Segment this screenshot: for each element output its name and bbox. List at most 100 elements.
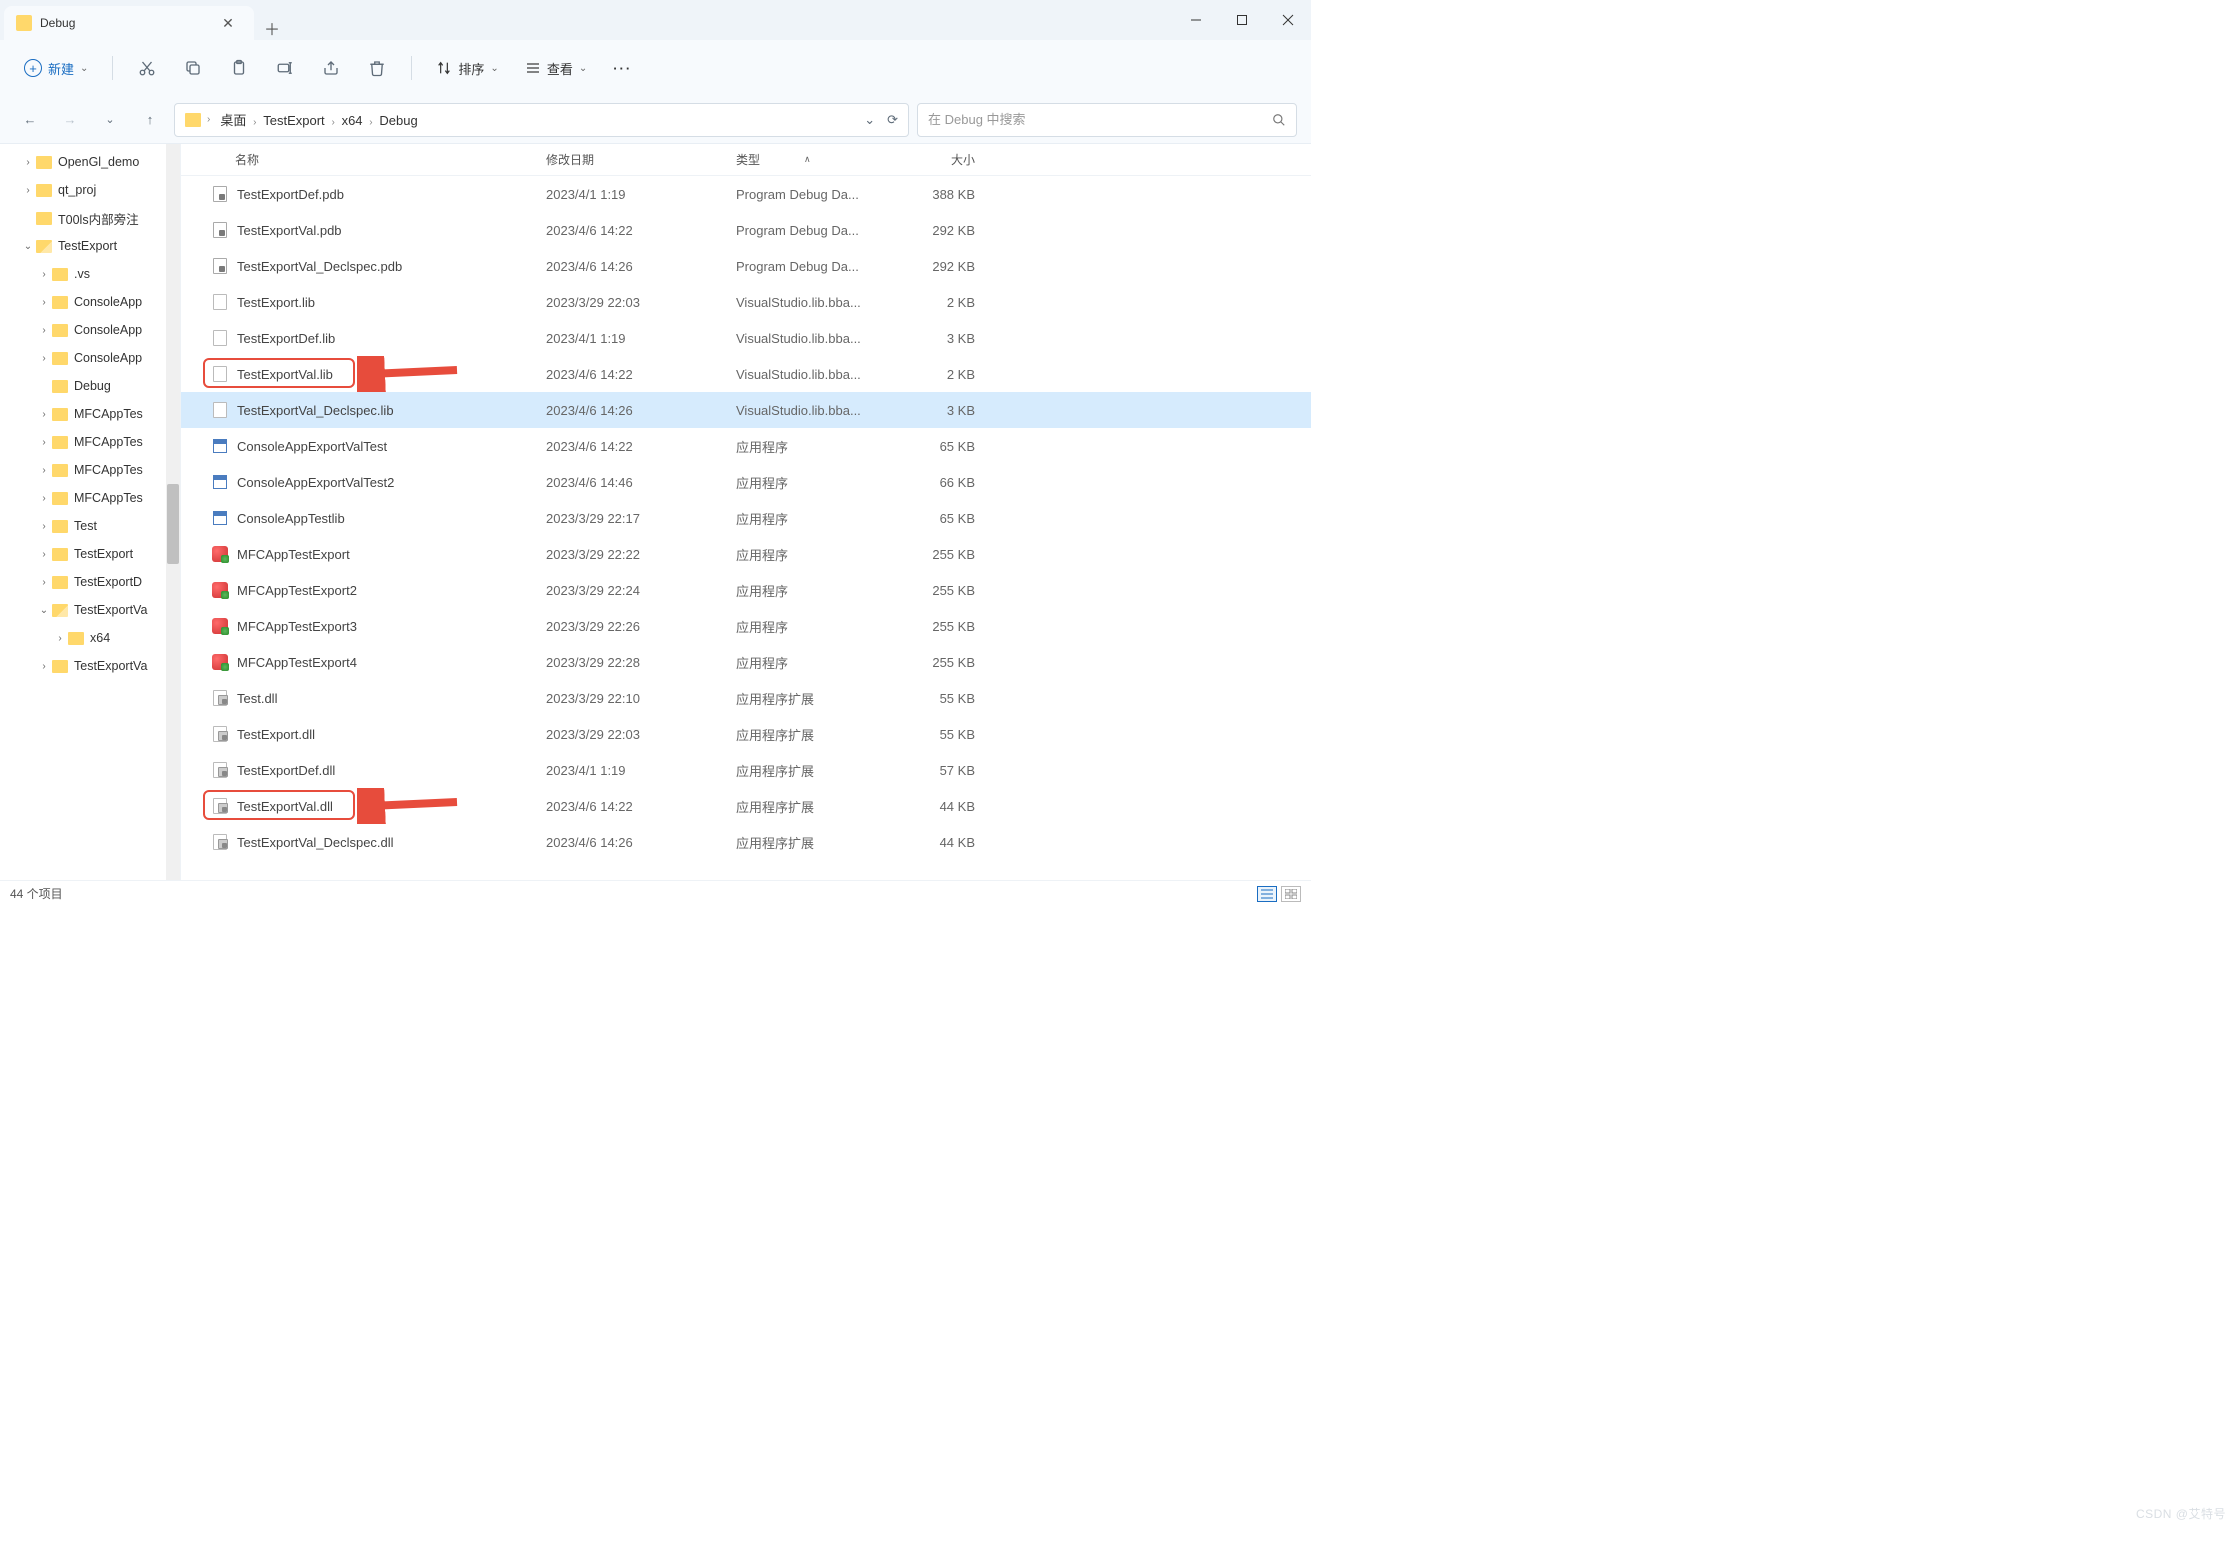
file-row[interactable]: TestExportVal.dll2023/4/6 14:22应用程序扩展44 … (181, 788, 1311, 824)
sidebar-item[interactable]: ›.vs (0, 260, 180, 288)
file-row[interactable]: TestExportDef.lib2023/4/1 1:19VisualStud… (181, 320, 1311, 356)
back-button[interactable]: ← (14, 104, 46, 136)
forward-button[interactable]: → (54, 104, 86, 136)
file-row[interactable]: TestExportVal.pdb2023/4/6 14:22Program D… (181, 212, 1311, 248)
close-tab-button[interactable]: ✕ (214, 9, 242, 37)
sort-button[interactable]: 排序 ⌄ (426, 53, 508, 84)
details-view-button[interactable] (1257, 886, 1277, 902)
close-button[interactable] (1265, 0, 1311, 40)
tree-chevron-icon[interactable] (20, 210, 36, 226)
tree-chevron-icon[interactable]: › (36, 350, 52, 366)
file-row[interactable]: ConsoleAppExportValTest22023/4/6 14:46应用… (181, 464, 1311, 500)
share-button[interactable] (311, 50, 351, 86)
sidebar-item[interactable]: ›TestExport (0, 540, 180, 568)
tree-chevron-icon[interactable]: ⌄ (36, 602, 52, 618)
column-date[interactable]: 修改日期 (546, 151, 736, 168)
tree-chevron-icon[interactable]: › (36, 462, 52, 478)
sidebar-item[interactable]: ›ConsoleApp (0, 316, 180, 344)
rename-button[interactable] (265, 50, 305, 86)
recent-button[interactable]: ⌄ (94, 104, 126, 136)
sidebar-item[interactable]: ›TestExportD (0, 568, 180, 596)
sidebar-item[interactable]: ›OpenGl_demo (0, 148, 180, 176)
sidebar-item[interactable]: ›MFCAppTes (0, 400, 180, 428)
tree-chevron-icon[interactable]: › (36, 490, 52, 506)
sidebar-item[interactable]: ›ConsoleApp (0, 344, 180, 372)
new-tab-button[interactable]: ＋ (254, 16, 290, 40)
tree-chevron-icon[interactable]: › (52, 630, 68, 646)
sidebar-item[interactable]: ›MFCAppTes (0, 484, 180, 512)
file-row[interactable]: Test.dll2023/3/29 22:10应用程序扩展55 KB (181, 680, 1311, 716)
sidebar-scrollbar[interactable] (166, 144, 180, 880)
file-row[interactable]: TestExportVal.lib2023/4/6 14:22VisualStu… (181, 356, 1311, 392)
folder-icon (52, 408, 68, 421)
address-box[interactable]: › 桌面 › TestExport › x64 › Debug ⌄ ⟳ (174, 103, 909, 137)
file-type: VisualStudio.lib.bba... (736, 367, 890, 382)
tree-chevron-icon[interactable]: › (36, 658, 52, 674)
tree-chevron-icon[interactable]: › (36, 294, 52, 310)
chevron-down-icon[interactable]: ⌄ (864, 112, 875, 128)
cut-button[interactable] (127, 50, 167, 86)
maximize-button[interactable] (1219, 0, 1265, 40)
column-size[interactable]: 大小 (890, 151, 985, 168)
tree-chevron-icon[interactable] (36, 378, 52, 394)
file-row[interactable]: TestExportVal_Declspec.lib2023/4/6 14:26… (181, 392, 1311, 428)
tree-chevron-icon[interactable]: › (36, 266, 52, 282)
file-size: 388 KB (890, 187, 985, 202)
sidebar-item[interactable]: ›Test (0, 512, 180, 540)
file-row[interactable]: MFCAppTestExport22023/3/29 22:24应用程序255 … (181, 572, 1311, 608)
refresh-button[interactable]: ⟳ (887, 112, 898, 128)
sidebar-item[interactable]: T00ls内部旁注 (0, 204, 180, 232)
tree-chevron-icon[interactable]: ⌄ (20, 238, 36, 254)
delete-button[interactable] (357, 50, 397, 86)
file-row[interactable]: MFCAppTestExport42023/3/29 22:28应用程序255 … (181, 644, 1311, 680)
tree-chevron-icon[interactable]: › (36, 574, 52, 590)
file-row[interactable]: MFCAppTestExport32023/3/29 22:26应用程序255 … (181, 608, 1311, 644)
file-row[interactable]: TestExportDef.dll2023/4/1 1:19应用程序扩展57 K… (181, 752, 1311, 788)
column-type[interactable]: 类型 ∧ (736, 151, 890, 168)
minimize-button[interactable] (1173, 0, 1219, 40)
new-button[interactable]: + 新建 ⌄ (14, 53, 98, 84)
file-row[interactable]: TestExportDef.pdb2023/4/1 1:19Program De… (181, 176, 1311, 212)
tree-chevron-icon[interactable]: › (36, 518, 52, 534)
up-button[interactable]: ↑ (134, 104, 166, 136)
tree-chevron-icon[interactable]: › (36, 322, 52, 338)
sidebar-item[interactable]: ›MFCAppTes (0, 456, 180, 484)
sidebar-item[interactable]: ⌄TestExportVa (0, 596, 180, 624)
sidebar-item[interactable]: ⌄TestExport (0, 232, 180, 260)
file-row[interactable]: TestExport.dll2023/3/29 22:03应用程序扩展55 KB (181, 716, 1311, 752)
breadcrumb-segment[interactable]: Debug (375, 111, 421, 130)
breadcrumb-segment[interactable]: TestExport (259, 111, 328, 130)
tree-chevron-icon[interactable]: › (20, 182, 36, 198)
breadcrumb-segment[interactable]: 桌面 (216, 111, 250, 130)
tree-chevron-icon[interactable]: › (36, 546, 52, 562)
search-input[interactable] (928, 112, 1272, 127)
search-box[interactable] (917, 103, 1297, 137)
file-row[interactable]: TestExportVal_Declspec.pdb2023/4/6 14:26… (181, 248, 1311, 284)
sidebar-item[interactable]: Debug (0, 372, 180, 400)
copy-button[interactable] (173, 50, 213, 86)
tree-chevron-icon[interactable]: › (36, 434, 52, 450)
sidebar-item[interactable]: ›MFCAppTes (0, 428, 180, 456)
file-row[interactable]: TestExport.lib2023/3/29 22:03VisualStudi… (181, 284, 1311, 320)
file-date: 2023/3/29 22:24 (546, 583, 736, 598)
file-row[interactable]: TestExportVal_Declspec.dll2023/4/6 14:26… (181, 824, 1311, 860)
file-row[interactable]: ConsoleAppExportValTest2023/4/6 14:22应用程… (181, 428, 1311, 464)
file-size: 44 KB (890, 799, 985, 814)
file-list[interactable]: TestExportDef.pdb2023/4/1 1:19Program De… (181, 176, 1311, 880)
paste-button[interactable] (219, 50, 259, 86)
sidebar-item[interactable]: ›TestExportVa (0, 652, 180, 680)
column-name[interactable]: 名称 (211, 151, 546, 168)
sidebar-item[interactable]: ›ConsoleApp (0, 288, 180, 316)
tree-chevron-icon[interactable]: › (36, 406, 52, 422)
scrollbar-thumb[interactable] (167, 484, 179, 564)
active-tab[interactable]: Debug ✕ (4, 6, 254, 40)
sidebar-item[interactable]: ›x64 (0, 624, 180, 652)
file-row[interactable]: ConsoleAppTestlib2023/3/29 22:17应用程序65 K… (181, 500, 1311, 536)
breadcrumb-segment[interactable]: x64 (338, 111, 367, 130)
file-row[interactable]: MFCAppTestExport2023/3/29 22:22应用程序255 K… (181, 536, 1311, 572)
tree-chevron-icon[interactable]: › (20, 154, 36, 170)
grid-view-button[interactable] (1281, 886, 1301, 902)
more-button[interactable]: ··· (603, 55, 642, 82)
view-button[interactable]: 查看 ⌄ (515, 53, 597, 84)
sidebar-item[interactable]: ›qt_proj (0, 176, 180, 204)
